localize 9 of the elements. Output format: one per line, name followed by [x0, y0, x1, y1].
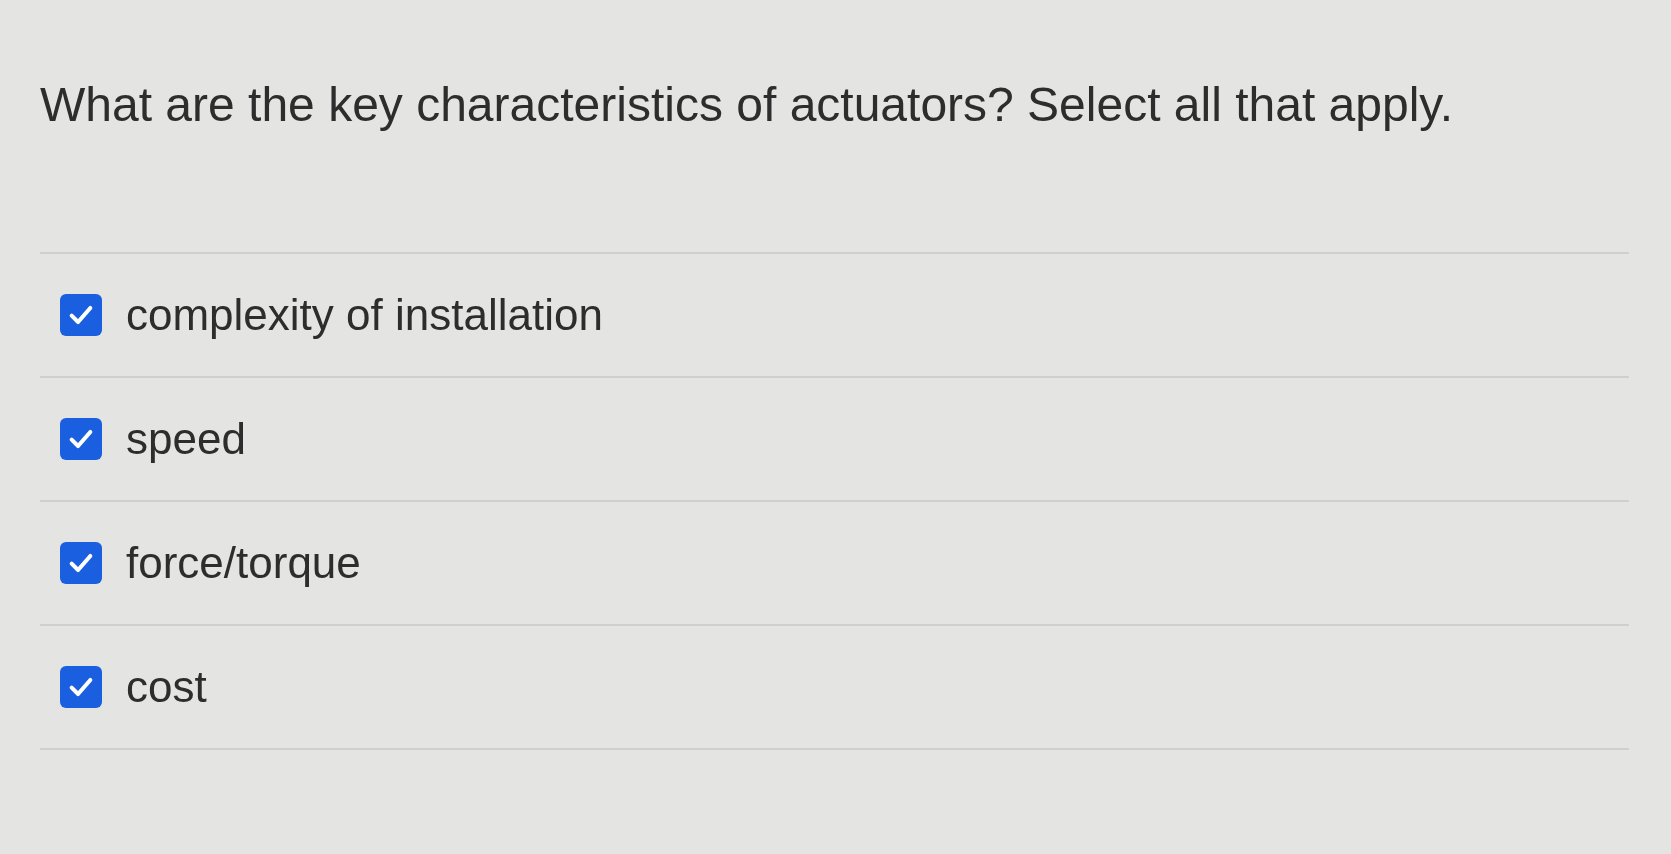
option-label: cost: [126, 660, 207, 713]
checkbox[interactable]: [60, 541, 102, 584]
checkbox[interactable]: [60, 293, 102, 336]
question-text: What are the key characteristics of actuators? Select all that apply.: [40, 77, 1454, 133]
option-label: complexity of installation: [126, 288, 603, 341]
option-label: force/torque: [126, 536, 361, 589]
checkbox[interactable]: [60, 665, 102, 708]
option-label: speed: [126, 412, 246, 465]
checkbox[interactable]: [60, 417, 102, 460]
